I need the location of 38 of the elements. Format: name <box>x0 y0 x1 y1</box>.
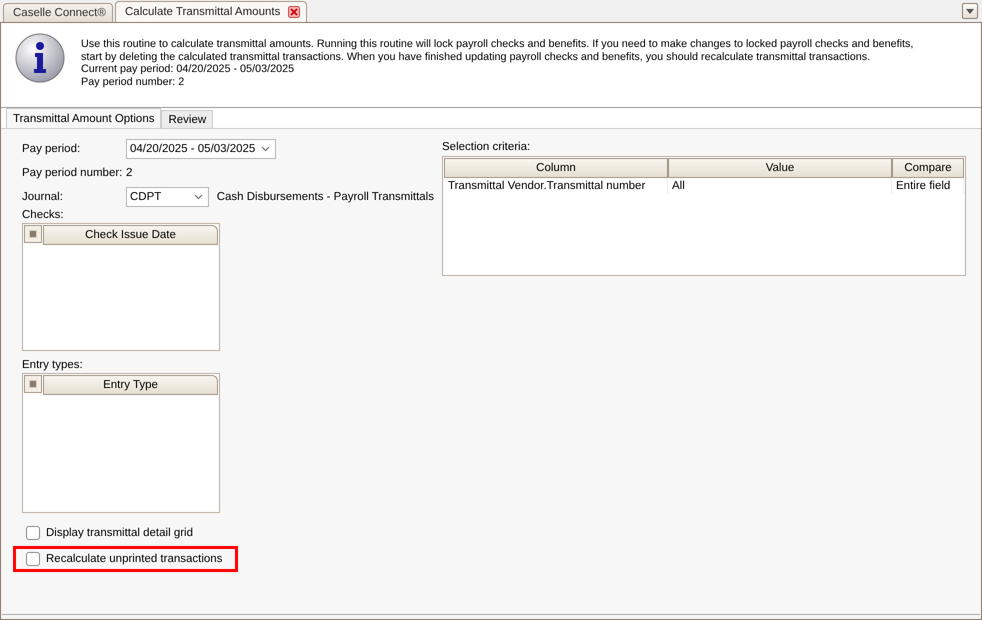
field-label: Pay period number: <box>22 167 124 179</box>
column-header[interactable]: Compare <box>892 158 964 178</box>
field-value: 2 <box>126 167 132 179</box>
column-header[interactable]: Value <box>668 158 892 178</box>
tab[interactable]: Transmittal Amount Options <box>6 108 162 128</box>
checkbox[interactable] <box>26 526 40 540</box>
journal-dropdown[interactable]: CDPT <box>126 187 209 207</box>
info-text: Pay period number: 2 <box>81 76 186 88</box>
tab[interactable]: Review <box>161 110 214 128</box>
chevron-down-icon <box>194 194 203 200</box>
info-icon <box>15 33 65 83</box>
info-text: Current pay period: 04/20/2025 - 05/03/2025 <box>81 63 296 76</box>
column-header[interactable]: Entry Type <box>43 375 218 395</box>
document-tab[interactable]: Calculate Transmittal Amounts <box>115 1 308 22</box>
dropdown-button[interactable] <box>962 3 978 19</box>
column-header[interactable]: Column <box>444 158 668 178</box>
chevron-down-icon <box>261 146 270 152</box>
document-tab[interactable]: Caselle Connect® <box>3 3 113 22</box>
checkbox-label: Display transmittal detail grid <box>46 527 194 539</box>
grid-label: Checks: <box>22 209 65 221</box>
checkbox[interactable] <box>26 552 40 566</box>
table-cell: Entire field <box>892 178 964 194</box>
column-header[interactable]: Check Issue Date <box>43 225 218 245</box>
pay-period-dropdown[interactable]: 04/20/2025 - 05/03/2025 <box>126 139 276 159</box>
close-icon[interactable] <box>288 6 300 18</box>
info-text: Use this routine to calculate transmittal amounts. Running this routine will lock payroll checks and benefits. If you need to make changes to locked payroll checks and benefits, <box>81 38 914 50</box>
field-label: Journal: <box>22 191 64 203</box>
grid-label: Entry types: <box>22 359 84 371</box>
table-cell: Transmittal Vendor.Transmittal number <box>444 178 668 194</box>
select-all-icon[interactable] <box>24 225 42 243</box>
journal-description: Cash Disbursements - Payroll Transmittals <box>216 191 434 203</box>
field-label: Pay period: <box>22 143 82 155</box>
table-cell: All <box>668 178 892 194</box>
triangle-down-icon <box>966 8 974 14</box>
select-all-icon[interactable] <box>24 375 42 393</box>
info-text: start by deleting the calculated transmittal transactions. When you have finished updating payroll checks and benefits, you should recalculate transmittal transactions. <box>81 50 872 63</box>
checkbox-label: Recalculate unprinted transactions <box>46 553 222 565</box>
grid-label: Selection criteria: <box>442 141 532 153</box>
